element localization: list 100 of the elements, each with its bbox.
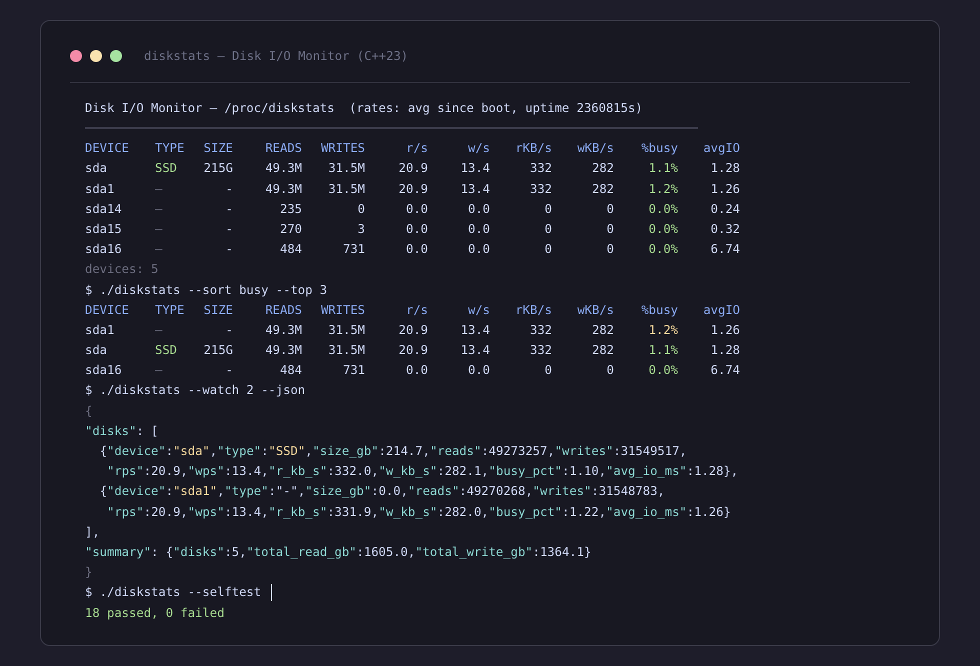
table-cell-text: 1.28: [710, 342, 740, 360]
table-cell-text: SSD: [155, 342, 178, 360]
table-cell-text: 31.5M: [327, 180, 365, 198]
table-cell-text: 282: [590, 342, 614, 360]
table-cell-text: –: [155, 322, 164, 339]
table-cell-text: 332: [528, 342, 552, 360]
table-cell-text: 270: [278, 220, 302, 238]
column-header: rKB/s: [514, 140, 552, 158]
table-cell-text: 0.0: [404, 362, 428, 380]
table-cell-text: -: [224, 241, 233, 258]
window-title: diskstats — Disk I/O Monitor (C++23): [144, 49, 408, 63]
table-cell-text: 13.4: [460, 342, 490, 360]
column-header: %busy: [640, 302, 678, 319]
json-line: ],: [85, 524, 100, 541]
table-cell-text: 332: [528, 180, 552, 198]
json-line: {: [85, 402, 92, 420]
table-cell-text: 13.4: [460, 322, 490, 339]
column-header: TYPE: [155, 140, 186, 158]
table-cell-text: 0.0: [466, 241, 490, 258]
table-cell-text: 0: [544, 200, 552, 218]
table-cell-text: 282: [590, 322, 614, 339]
json-line: {"device":"sda1","type":"-","size_gb":0.0,"reads":49270268,"writes":31548783,: [100, 483, 665, 500]
table-cell-text: sda1: [85, 180, 116, 198]
table-cell-text: 6.74: [710, 241, 740, 258]
table-cell-text: 0.0%: [648, 362, 678, 380]
table-cell-text: 235: [278, 200, 302, 218]
table-cell-text: 0: [606, 200, 614, 218]
column-header: SIZE: [202, 302, 233, 319]
minimize-icon[interactable]: [90, 50, 102, 62]
table-cell-text: 20.9: [398, 180, 428, 198]
column-header: w/s: [466, 140, 490, 158]
column-header: READS: [264, 140, 302, 158]
table-cell-text: 0: [606, 362, 614, 380]
table-cell-text: 0: [544, 220, 552, 238]
column-header: wKB/s: [576, 140, 614, 158]
table-cell-text: 1.1%: [648, 342, 678, 360]
table-cell-text: sda: [85, 342, 108, 360]
table-cell-text: 1.1%: [648, 160, 678, 178]
table-cell-text: sda1: [85, 322, 116, 339]
table-cell-text: 0: [356, 200, 365, 218]
table-cell-text: 0.0: [404, 241, 428, 258]
table-cell-text: 49.3M: [264, 322, 302, 339]
column-header: rKB/s: [514, 302, 552, 319]
column-header: DEVICE: [85, 140, 130, 158]
table-cell-text: 49.3M: [264, 180, 302, 198]
table-cell-text: 20.9: [398, 342, 428, 360]
table-cell-text: 0.0%: [648, 220, 678, 238]
table-cell-text: -: [224, 200, 233, 218]
table-cell-text: 0.32: [710, 220, 740, 238]
table-cell-text: 49.3M: [264, 342, 302, 360]
table-cell-text: 0.24: [710, 200, 740, 218]
command-line: $ ./diskstats --selftest: [85, 584, 262, 602]
table-cell-text: –: [155, 200, 164, 218]
table-cell-text: sda15: [85, 220, 123, 238]
table-cell-text: 731: [342, 241, 365, 258]
table-cell-text: 6.74: [710, 362, 740, 380]
table-cell-text: –: [155, 220, 164, 238]
table-cell-text: 731: [342, 362, 365, 380]
table-cell-text: 282: [590, 180, 614, 198]
json-line: {"device":"sda","type":"SSD","size_gb":214.7,"reads":49273257,"writes":31549517,: [100, 443, 687, 460]
column-header: avgIO: [702, 302, 740, 319]
close-icon[interactable]: [70, 50, 82, 62]
table-cell-text: –: [155, 362, 164, 380]
json-line: }: [85, 564, 92, 582]
table-cell-text: SSD: [155, 160, 178, 178]
table-cell-text: 0.0%: [648, 241, 678, 258]
device-count: devices: 5: [85, 261, 158, 278]
table-cell-text: 1.26: [710, 322, 740, 339]
column-header: avgIO: [702, 140, 740, 158]
json-line: "disks": [: [85, 422, 158, 440]
table-cell-text: 484: [278, 362, 302, 380]
table-cell-text: 1.26: [710, 180, 740, 198]
column-header: %busy: [640, 140, 678, 158]
column-header: SIZE: [202, 140, 233, 158]
json-line: "rps":20.9,"wps":13.4,"r_kb_s":332.0,"w_kb_s":282.1,"busy_pct":1.10,"avg_io_ms":1.28},: [107, 463, 738, 480]
table-cell-text: -: [224, 322, 233, 339]
table-cell-text: 0.0: [466, 220, 490, 238]
table-cell-text: 282: [590, 160, 614, 178]
table-cell-text: 215G: [202, 160, 233, 178]
table-cell-text: 0.0: [404, 220, 428, 238]
table-cell-text: -: [224, 362, 233, 380]
table-cell-text: -: [224, 180, 233, 198]
table-cell-text: 0.0: [404, 200, 428, 218]
column-header: wKB/s: [576, 302, 614, 319]
table-cell-text: 0: [544, 362, 552, 380]
column-header: r/s: [404, 140, 428, 158]
report-heading: Disk I/O Monitor — /proc/diskstats (rates: avg since boot, uptime 2360815s): [85, 100, 644, 117]
table-cell-text: 215G: [202, 342, 233, 360]
table-cell-text: sda16: [85, 241, 123, 258]
table-cell-text: 20.9: [398, 322, 428, 339]
json-line: "summary": {"disks":5,"total_read_gb":1605.0,"total_write_gb":1364.1}: [85, 544, 592, 561]
command-line: $ ./diskstats --sort busy --top 3: [85, 282, 328, 298]
test-result: 18 passed, 0 failed: [85, 604, 224, 622]
table-cell-text: 0: [544, 241, 552, 258]
table-cell-text: 20.9: [398, 160, 428, 178]
maximize-icon[interactable]: [110, 50, 122, 62]
table-cell-text: 0.0%: [648, 200, 678, 218]
table-cell-text: 0: [606, 241, 614, 258]
table-cell-text: 0.0: [466, 200, 490, 218]
table-cell-text: –: [155, 180, 164, 198]
